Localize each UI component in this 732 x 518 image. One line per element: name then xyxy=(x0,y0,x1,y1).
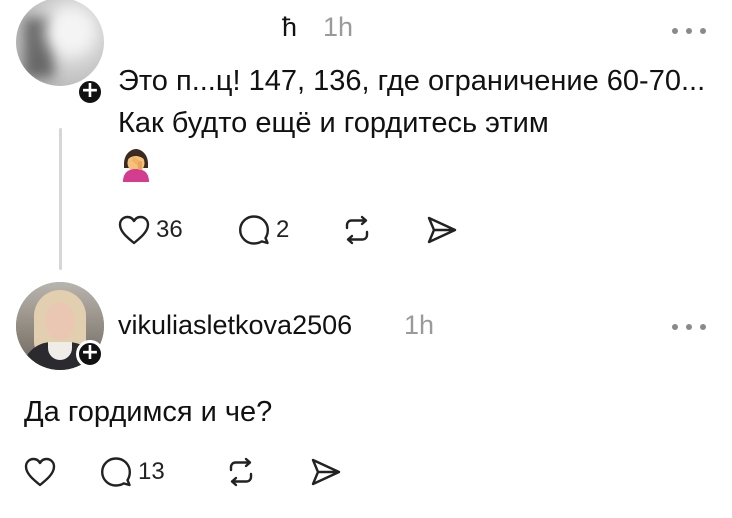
like-button[interactable]: 36 xyxy=(118,215,238,245)
post-text: Это п...ц! 147, 136, где ограничение 60-… xyxy=(118,65,706,139)
send-icon xyxy=(427,216,457,244)
post-username[interactable]: ћ xyxy=(282,12,297,43)
woman-facepalming-icon xyxy=(123,149,149,182)
avatar[interactable] xyxy=(16,0,104,86)
more-dots-icon[interactable] xyxy=(672,322,706,332)
avatar-blur-light xyxy=(46,6,96,56)
post-time: 1h xyxy=(404,310,435,340)
repost-icon xyxy=(229,457,253,487)
share-button[interactable] xyxy=(310,457,342,487)
thread-line xyxy=(59,128,62,270)
send-icon xyxy=(311,458,341,486)
post-time: 1h xyxy=(323,12,354,42)
post-text: Да гордимся и че? xyxy=(24,396,273,428)
reply-button[interactable]: 2 xyxy=(238,214,342,246)
avatar-face xyxy=(45,302,75,340)
reply-count: 2 xyxy=(276,216,290,243)
repost-button[interactable] xyxy=(226,457,310,487)
follow-plus-icon[interactable]: + xyxy=(76,340,104,368)
repost-button[interactable] xyxy=(342,215,426,245)
post-1: + ћ 1h Это п...ц! 147, 136, где ограниче… xyxy=(0,0,732,275)
follow-plus-icon[interactable]: + xyxy=(76,78,104,106)
like-button[interactable] xyxy=(24,457,100,487)
post-username[interactable]: vikuliasletkova2506 xyxy=(118,310,352,341)
post-actions: 13 xyxy=(24,456,342,488)
heart-icon xyxy=(24,457,56,487)
repost-icon xyxy=(345,215,369,245)
more-dots-icon[interactable] xyxy=(672,26,706,36)
reply-button[interactable]: 13 xyxy=(100,456,226,488)
heart-icon xyxy=(118,215,150,245)
threads-feed: + ћ 1h Это п...ц! 147, 136, где ограниче… xyxy=(0,0,732,518)
speech-bubble-icon xyxy=(239,215,269,245)
speech-bubble-icon xyxy=(101,457,131,487)
post-actions: 36 2 xyxy=(118,214,458,246)
reply-count: 13 xyxy=(138,458,165,485)
share-button[interactable] xyxy=(426,215,458,245)
like-count: 36 xyxy=(156,216,183,243)
